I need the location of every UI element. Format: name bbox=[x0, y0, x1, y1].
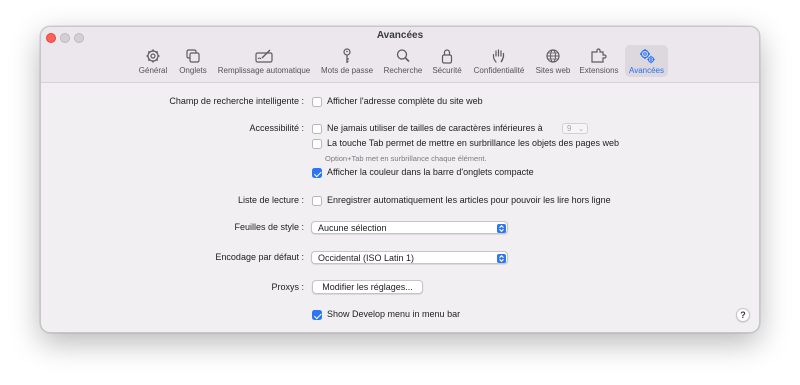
min-font-size-text: Ne jamais utiliser de tailles de caractè… bbox=[327, 123, 543, 133]
tab-privacy[interactable]: Confidentialité bbox=[469, 45, 529, 77]
modify-proxy-settings-button[interactable]: Modifier les réglages... bbox=[312, 280, 423, 294]
preferences-window: Avancées Général Onglets Remplissage aut… bbox=[40, 26, 760, 333]
tab-onglets[interactable]: Onglets bbox=[174, 45, 212, 77]
tab-label: Recherche bbox=[383, 66, 423, 75]
tab-label: Mots de passe bbox=[320, 66, 374, 75]
stylesheet-label: Feuilles de style : bbox=[234, 222, 304, 232]
tab-label: Sécurité bbox=[432, 66, 462, 75]
updown-arrows-icon bbox=[496, 223, 506, 233]
smart-search-label: Champ de recherche intelligente : bbox=[169, 96, 304, 106]
gears-icon bbox=[639, 49, 655, 64]
encoding-value: Occidental (ISO Latin 1) bbox=[318, 253, 415, 263]
tab-search[interactable]: Recherche bbox=[380, 45, 426, 77]
key-icon bbox=[343, 48, 351, 63]
min-font-size-value: 9 bbox=[567, 124, 572, 133]
tab-label: Sites web bbox=[535, 66, 571, 75]
tab-label: Confidentialité bbox=[473, 66, 525, 75]
tab-passwords[interactable]: Mots de passe bbox=[317, 45, 377, 77]
window-title: Avancées bbox=[376, 30, 424, 41]
stylesheet-value: Aucune sélection bbox=[318, 223, 387, 233]
show-develop-menu-text: Show Develop menu in menu bar bbox=[327, 309, 461, 319]
stylesheet-popup[interactable]: Aucune sélection bbox=[311, 221, 508, 234]
tab-label: Onglets bbox=[179, 66, 207, 75]
updown-arrows-icon bbox=[496, 253, 506, 263]
tab-extensions[interactable]: Extensions bbox=[576, 45, 622, 77]
compact-tab-color-checkbox[interactable] bbox=[312, 168, 322, 178]
tab-label: Remplissage automatique bbox=[217, 66, 311, 75]
hand-icon bbox=[492, 49, 505, 63]
encoding-label: Encodage par défaut : bbox=[215, 252, 304, 262]
gear-icon bbox=[146, 49, 160, 63]
tab-label: Avancées bbox=[629, 66, 664, 75]
tab-security[interactable]: Sécurité bbox=[428, 45, 466, 77]
min-font-size-popup[interactable]: 9 ⌄ bbox=[562, 123, 588, 134]
show-develop-menu-checkbox[interactable] bbox=[312, 310, 322, 320]
tab-general[interactable]: Général bbox=[135, 45, 171, 77]
show-full-address-checkbox[interactable] bbox=[312, 97, 322, 107]
tab-advanced[interactable]: Avancées bbox=[625, 45, 668, 77]
help-button[interactable]: ? bbox=[736, 308, 750, 322]
encoding-popup[interactable]: Occidental (ISO Latin 1) bbox=[311, 251, 508, 264]
save-articles-offline-text: Enregistrer automatiquement les articles… bbox=[327, 195, 611, 205]
tab-label: Général bbox=[138, 66, 168, 75]
lock-icon bbox=[441, 49, 453, 64]
globe-icon bbox=[546, 49, 560, 63]
accessibility-label: Accessibilité : bbox=[249, 123, 304, 133]
tabs-icon bbox=[186, 49, 200, 63]
show-full-address-text: Afficher l'adresse complète du site web bbox=[327, 96, 483, 106]
chevron-down-icon: ⌄ bbox=[578, 126, 584, 133]
min-font-size-checkbox[interactable] bbox=[312, 124, 322, 134]
reading-list-label: Liste de lecture : bbox=[237, 195, 304, 205]
magnifier-icon bbox=[396, 49, 410, 63]
puzzle-icon bbox=[591, 48, 607, 63]
save-articles-offline-checkbox[interactable] bbox=[312, 196, 322, 206]
tab-highlight-hint: Option+Tab met en surbrillance chaque él… bbox=[325, 154, 487, 163]
toolbar: Avancées Général Onglets Remplissage aut… bbox=[41, 27, 759, 83]
tab-highlight-text: La touche Tab permet de mettre en surbri… bbox=[327, 138, 620, 148]
tab-label: Extensions bbox=[579, 66, 619, 75]
tab-autofill[interactable]: Remplissage automatique bbox=[214, 45, 314, 77]
tab-websites[interactable]: Sites web bbox=[532, 45, 574, 77]
autofill-pen-icon bbox=[255, 49, 273, 63]
compact-tab-color-text: Afficher la couleur dans la barre d'ongl… bbox=[327, 167, 534, 177]
tab-highlight-checkbox[interactable] bbox=[312, 139, 322, 149]
proxies-label: Proxys : bbox=[271, 282, 304, 292]
